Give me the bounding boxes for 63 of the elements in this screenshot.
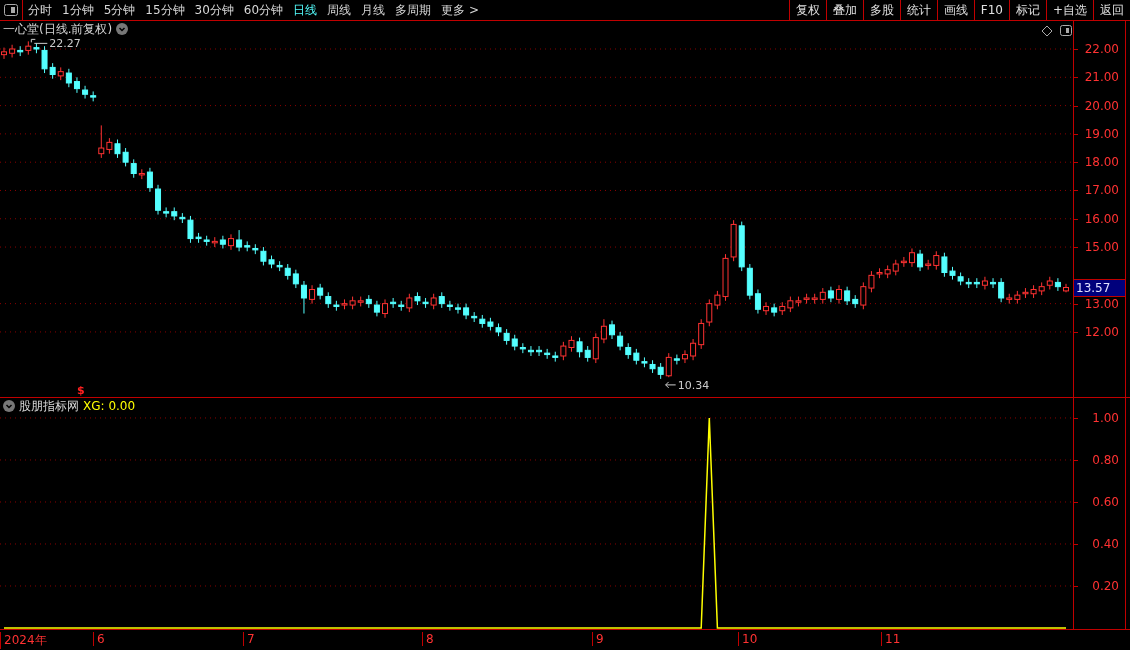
period-tab[interactable]: 60分钟: [238, 0, 289, 20]
date-axis-label: 7: [243, 632, 255, 646]
period-tab[interactable]: 5分钟: [98, 0, 141, 20]
toolbar-button[interactable]: +自选: [1045, 0, 1093, 20]
price-axis-label: 16.00: [1084, 211, 1119, 226]
period-tab[interactable]: 分时: [23, 0, 57, 20]
period-tab[interactable]: 日线: [288, 0, 323, 20]
period-tab[interactable]: 1分钟: [57, 0, 99, 20]
period-tab[interactable]: 周线: [322, 0, 357, 20]
toolbar-button[interactable]: 统计: [899, 0, 937, 20]
dropdown-icon[interactable]: [3, 400, 15, 412]
toolbar-button[interactable]: 叠加: [825, 0, 863, 20]
candlestick: [382, 298, 388, 319]
date-axis-label: 8: [422, 632, 434, 646]
candlestick: [1063, 283, 1069, 293]
period-tab[interactable]: 多周期: [390, 0, 437, 20]
toolbar-button[interactable]: 复权: [788, 0, 826, 20]
price-axis-label: 21.00: [1084, 70, 1119, 85]
candlestick: [836, 284, 842, 305]
price-axis-label: 12.00: [1084, 324, 1119, 339]
indicator-axis-label: 0.60: [1092, 494, 1119, 509]
low-price-arrow: [665, 381, 677, 389]
panel-toggle-icon[interactable]: [1060, 25, 1072, 36]
toolbar-button[interactable]: 标记: [1008, 0, 1046, 20]
indicator-axis-label: 1.00: [1092, 410, 1119, 425]
low-price-label: 10.34: [677, 378, 710, 392]
price-axis-label: 22.00: [1084, 42, 1119, 56]
price-axis-label: 19.00: [1084, 126, 1119, 141]
toolbar-button[interactable]: 返回: [1093, 0, 1130, 20]
candlestick: [228, 233, 234, 251]
stock-title: 一心堂(日线.前复权): [3, 22, 113, 36]
dropdown-icon[interactable]: [116, 23, 129, 35]
period-tab[interactable]: 30分钟: [189, 0, 239, 20]
toolbar-button[interactable]: 多股: [862, 0, 900, 20]
indicator-axis-label: 0.80: [1092, 452, 1119, 467]
period-tab[interactable]: 15分钟: [140, 0, 190, 20]
price-axis-label: 20.00: [1084, 98, 1119, 113]
candlestick: [455, 303, 461, 315]
period-tab[interactable]: 更多 >: [436, 0, 484, 20]
high-price-label: 22.27: [49, 37, 81, 51]
date-axis-label: 9: [592, 632, 604, 646]
toolbar-button[interactable]: F10: [973, 0, 1009, 20]
panel-toggle-icon[interactable]: [4, 4, 18, 16]
price-axis-label: 17.00: [1084, 183, 1119, 198]
date-axis-label: 6: [93, 632, 105, 646]
indicator-title: 股朋指标网: [19, 399, 79, 413]
price-axis-label: 13.00: [1084, 296, 1119, 311]
date-axis-label: 11: [881, 632, 901, 646]
date-axis-label: 2024年: [0, 632, 47, 649]
period-tab[interactable]: 月线: [356, 0, 391, 20]
candlestick: [609, 320, 615, 340]
indicator-axis-label: 0.20: [1092, 579, 1119, 593]
price-axis-label: 15.00: [1084, 240, 1119, 255]
price-axis-label: 18.00: [1084, 155, 1119, 170]
toolbar-button[interactable]: 画线: [936, 0, 974, 20]
diamond-icon[interactable]: [1041, 25, 1053, 37]
candlestick: [682, 349, 688, 364]
indicator-reading: XG: 0.00: [83, 399, 136, 413]
high-price-arrow: [30, 38, 48, 44]
current-price-label: 13.57: [1074, 278, 1125, 297]
indicator-axis-label: 0.40: [1092, 536, 1119, 551]
signal-marker: $: [77, 384, 85, 397]
date-axis-label: 10: [738, 632, 758, 646]
